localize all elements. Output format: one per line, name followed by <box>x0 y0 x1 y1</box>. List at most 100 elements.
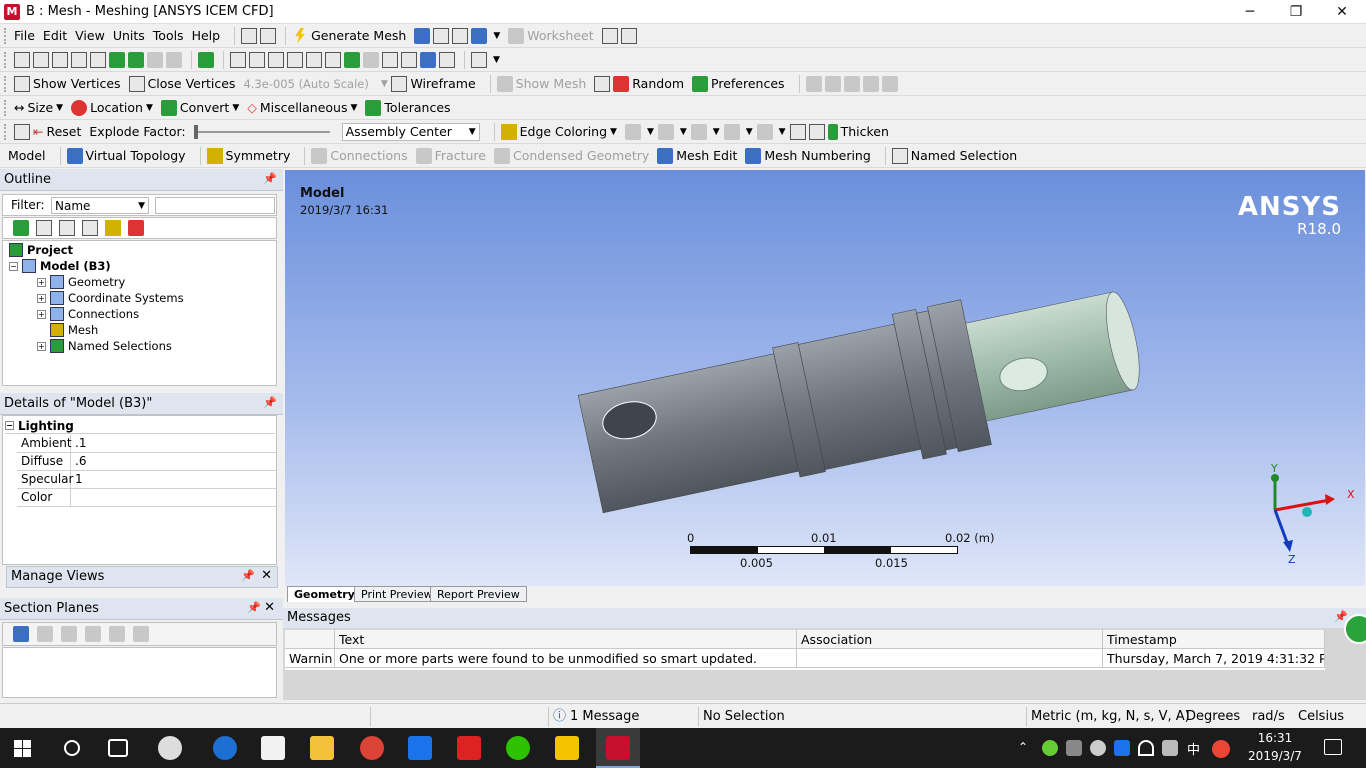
ime-indicator[interactable]: 中 <box>1187 739 1200 758</box>
tray-app-icon[interactable] <box>1042 740 1058 756</box>
condensed-geometry-button[interactable]: Condensed Geometry <box>493 147 649 164</box>
tab-report-preview[interactable]: Report Preview <box>430 586 527 602</box>
text-annotation-icon[interactable] <box>452 27 469 44</box>
print-icon[interactable] <box>439 51 455 68</box>
arrow-right-icon[interactable] <box>260 27 277 44</box>
edge-browser-icon[interactable] <box>213 736 237 760</box>
tray-star-icon[interactable] <box>1114 740 1130 756</box>
refresh-icon[interactable] <box>13 220 29 236</box>
message-text[interactable]: One or more parts were found to be unmod… <box>335 649 797 668</box>
folder-icon[interactable] <box>105 220 121 236</box>
search-icon[interactable] <box>64 740 80 756</box>
wechat-icon[interactable] <box>506 736 530 760</box>
fracture-button[interactable]: Fracture <box>415 147 486 164</box>
new-section-plane-icon[interactable] <box>13 626 29 642</box>
status-temp-units[interactable]: Celsius <box>1294 707 1364 727</box>
view-mode-icon[interactable] <box>420 51 436 68</box>
zoom-window-icon[interactable] <box>325 51 341 68</box>
select-vertex-icon[interactable] <box>71 51 87 68</box>
edit-icon[interactable] <box>36 220 52 236</box>
delete-icon[interactable] <box>61 626 77 642</box>
terminal-icon[interactable] <box>241 27 258 44</box>
copy-icon[interactable] <box>37 626 53 642</box>
tag-icon[interactable] <box>620 27 637 44</box>
magnifier-icon[interactable] <box>363 51 379 68</box>
generate-mesh-button[interactable]: Generate Mesh <box>292 27 406 44</box>
menu-units[interactable]: Units <box>113 28 145 43</box>
menu-view[interactable]: View <box>75 28 105 43</box>
status-units[interactable]: Metric (m, kg, N, s, V, A) <box>1026 707 1190 727</box>
manage-views-header[interactable]: Manage Views 📌 ✕ <box>6 566 278 588</box>
triad-icon[interactable] <box>594 75 611 92</box>
tree-item-model[interactable]: − Model (B3) <box>9 258 111 274</box>
mesh-table-icon[interactable] <box>433 27 450 44</box>
minimize-button[interactable]: ─ <box>1230 2 1270 22</box>
preferences-button[interactable]: Preferences <box>692 75 785 92</box>
notification-center-icon[interactable] <box>1324 739 1342 755</box>
tolerances-button[interactable]: Tolerances <box>365 99 451 116</box>
expand-icon[interactable]: + <box>37 309 46 319</box>
thicken-button[interactable]: Thicken <box>827 123 889 140</box>
symmetry-button[interactable]: Symmetry <box>206 147 290 164</box>
expand-icon[interactable]: + <box>37 341 46 351</box>
status-angle-units[interactable]: Degrees <box>1182 707 1250 727</box>
details-group-lighting[interactable]: − Lighting <box>5 418 275 434</box>
vertex-scale-icon[interactable] <box>881 75 898 92</box>
random-button[interactable]: Random <box>613 75 684 92</box>
edge-style-icon[interactable] <box>756 123 773 140</box>
filter-dropdown[interactable]: Name ▼ <box>51 197 149 214</box>
location-dropdown[interactable]: Location ▼ <box>71 99 153 116</box>
status-rotation-units[interactable]: rad/s <box>1248 707 1292 727</box>
edge-style-icon[interactable] <box>624 123 641 140</box>
show-mesh-button[interactable]: Show Mesh <box>496 75 586 92</box>
tree-item-project[interactable]: Project <box>9 242 73 258</box>
message-type[interactable]: Warnin <box>285 649 335 668</box>
menu-file[interactable]: File <box>14 28 35 43</box>
tray-network-icon[interactable] <box>1066 740 1082 756</box>
edge-style-icon[interactable] <box>723 123 740 140</box>
tree-item-coordinate-systems[interactable]: + Coordinate Systems <box>37 290 184 306</box>
axis-triad[interactable] <box>1255 460 1365 570</box>
toolbar-grip[interactable] <box>4 75 8 92</box>
close-vertices-button[interactable]: Close Vertices <box>128 75 235 92</box>
collapse-icon[interactable]: − <box>9 261 18 271</box>
mesh-numbering-button[interactable]: Mesh Numbering <box>745 147 871 164</box>
tree-item-named-selections[interactable]: + Named Selections <box>37 338 172 354</box>
wifi-icon[interactable] <box>1138 740 1154 756</box>
chrome-icon[interactable] <box>360 736 384 760</box>
ansys-workbench-icon[interactable] <box>555 736 579 760</box>
graphics-viewport[interactable]: Model 2019/3/7 16:31 ANSYS R18.0 0 0.01 … <box>285 170 1365 586</box>
menu-help[interactable]: Help <box>192 28 221 43</box>
select-edge-icon[interactable] <box>90 51 106 68</box>
zoom-icon[interactable] <box>268 51 284 68</box>
edge-coloring-dropdown[interactable]: Edge Coloring ▼ <box>500 123 617 140</box>
scale-dropdown[interactable]: 4.3e-005 (Auto Scale) ▼ <box>243 77 387 91</box>
tree-item-geometry[interactable]: + Geometry <box>37 274 125 290</box>
section-view-icon[interactable] <box>401 51 417 68</box>
windows-start-icon[interactable] <box>14 740 31 757</box>
rotate-icon[interactable] <box>230 51 246 68</box>
viewport-layout-icon[interactable] <box>471 51 487 68</box>
image-icon[interactable] <box>471 27 488 44</box>
reset-button[interactable]: ⇤ Reset <box>33 124 81 139</box>
youdao-icon[interactable] <box>457 736 481 760</box>
close-icon[interactable]: ✕ <box>261 568 272 583</box>
pin-icon[interactable]: 📌 <box>247 601 261 614</box>
pan-icon[interactable] <box>249 51 265 68</box>
toolbar-grip[interactable] <box>4 27 8 44</box>
show-whole-icon[interactable] <box>85 626 101 642</box>
size-dropdown[interactable]: ↔ Size ▼ <box>14 100 63 115</box>
collapse-icon[interactable]: − <box>5 421 14 430</box>
tab-print-preview[interactable]: Print Preview <box>354 586 440 602</box>
vertex-scale-icon[interactable] <box>862 75 879 92</box>
details-row-color[interactable]: Color <box>17 489 277 507</box>
progress-badge-icon[interactable] <box>1344 614 1366 644</box>
select-node-icon[interactable] <box>166 51 182 68</box>
chevron-down-icon[interactable]: ▼ <box>493 55 500 65</box>
extend-selection-icon[interactable] <box>198 51 214 68</box>
details-row-ambient[interactable]: Ambient .1 <box>17 435 277 453</box>
thick-line-icon[interactable] <box>808 123 825 140</box>
slider-thumb[interactable] <box>193 124 198 139</box>
section-planes-list[interactable] <box>2 647 277 698</box>
expand-icon[interactable]: + <box>37 293 46 303</box>
